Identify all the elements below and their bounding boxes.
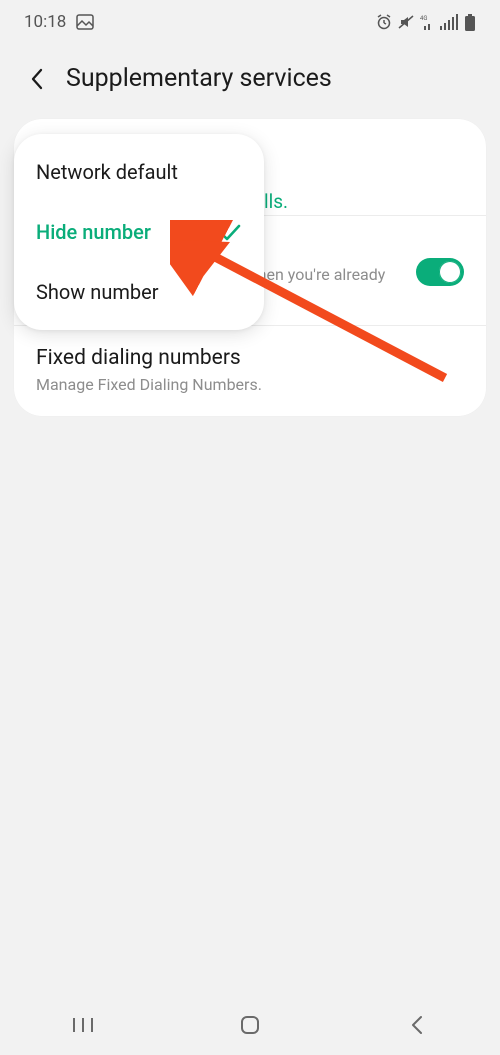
back-nav-button[interactable] [397, 1005, 437, 1045]
svg-text:4G: 4G [420, 15, 427, 22]
status-bar: 10:18 4G [0, 0, 500, 38]
battery-icon [464, 14, 476, 31]
fixed-dialing-item[interactable]: Fixed dialing numbers Manage Fixed Diali… [14, 325, 486, 414]
android-navbar [0, 995, 500, 1055]
popup-option-network-default[interactable]: Network default [14, 142, 264, 202]
popup-option-hide-number[interactable]: Hide number [14, 202, 264, 262]
popup-option-label: Show number [36, 280, 159, 304]
caller-id-popup: Network default Hide number Show number [14, 134, 264, 330]
page-title: Supplementary services [66, 64, 332, 93]
recents-button[interactable] [63, 1005, 103, 1045]
alarm-icon [376, 14, 392, 30]
fixed-dialing-subtitle: Manage Fixed Dialing Numbers. [36, 374, 464, 396]
page-header: Supplementary services [0, 38, 500, 111]
home-button[interactable] [230, 1005, 270, 1045]
fixed-dialing-title: Fixed dialing numbers [36, 346, 464, 370]
popup-option-label: Network default [36, 160, 178, 184]
check-icon [218, 222, 242, 242]
popup-option-label: Hide number [36, 220, 151, 244]
clock-text: 10:18 [24, 12, 66, 32]
caller-id-subtitle-fragment: lls. [264, 190, 288, 213]
vibrate-mute-icon [398, 14, 414, 30]
signal-icon [440, 14, 458, 30]
image-icon [76, 14, 94, 30]
back-button[interactable] [26, 68, 48, 90]
network-icon: 4G [420, 14, 434, 30]
call-waiting-toggle[interactable] [416, 258, 464, 286]
popup-option-show-number[interactable]: Show number [14, 262, 264, 322]
